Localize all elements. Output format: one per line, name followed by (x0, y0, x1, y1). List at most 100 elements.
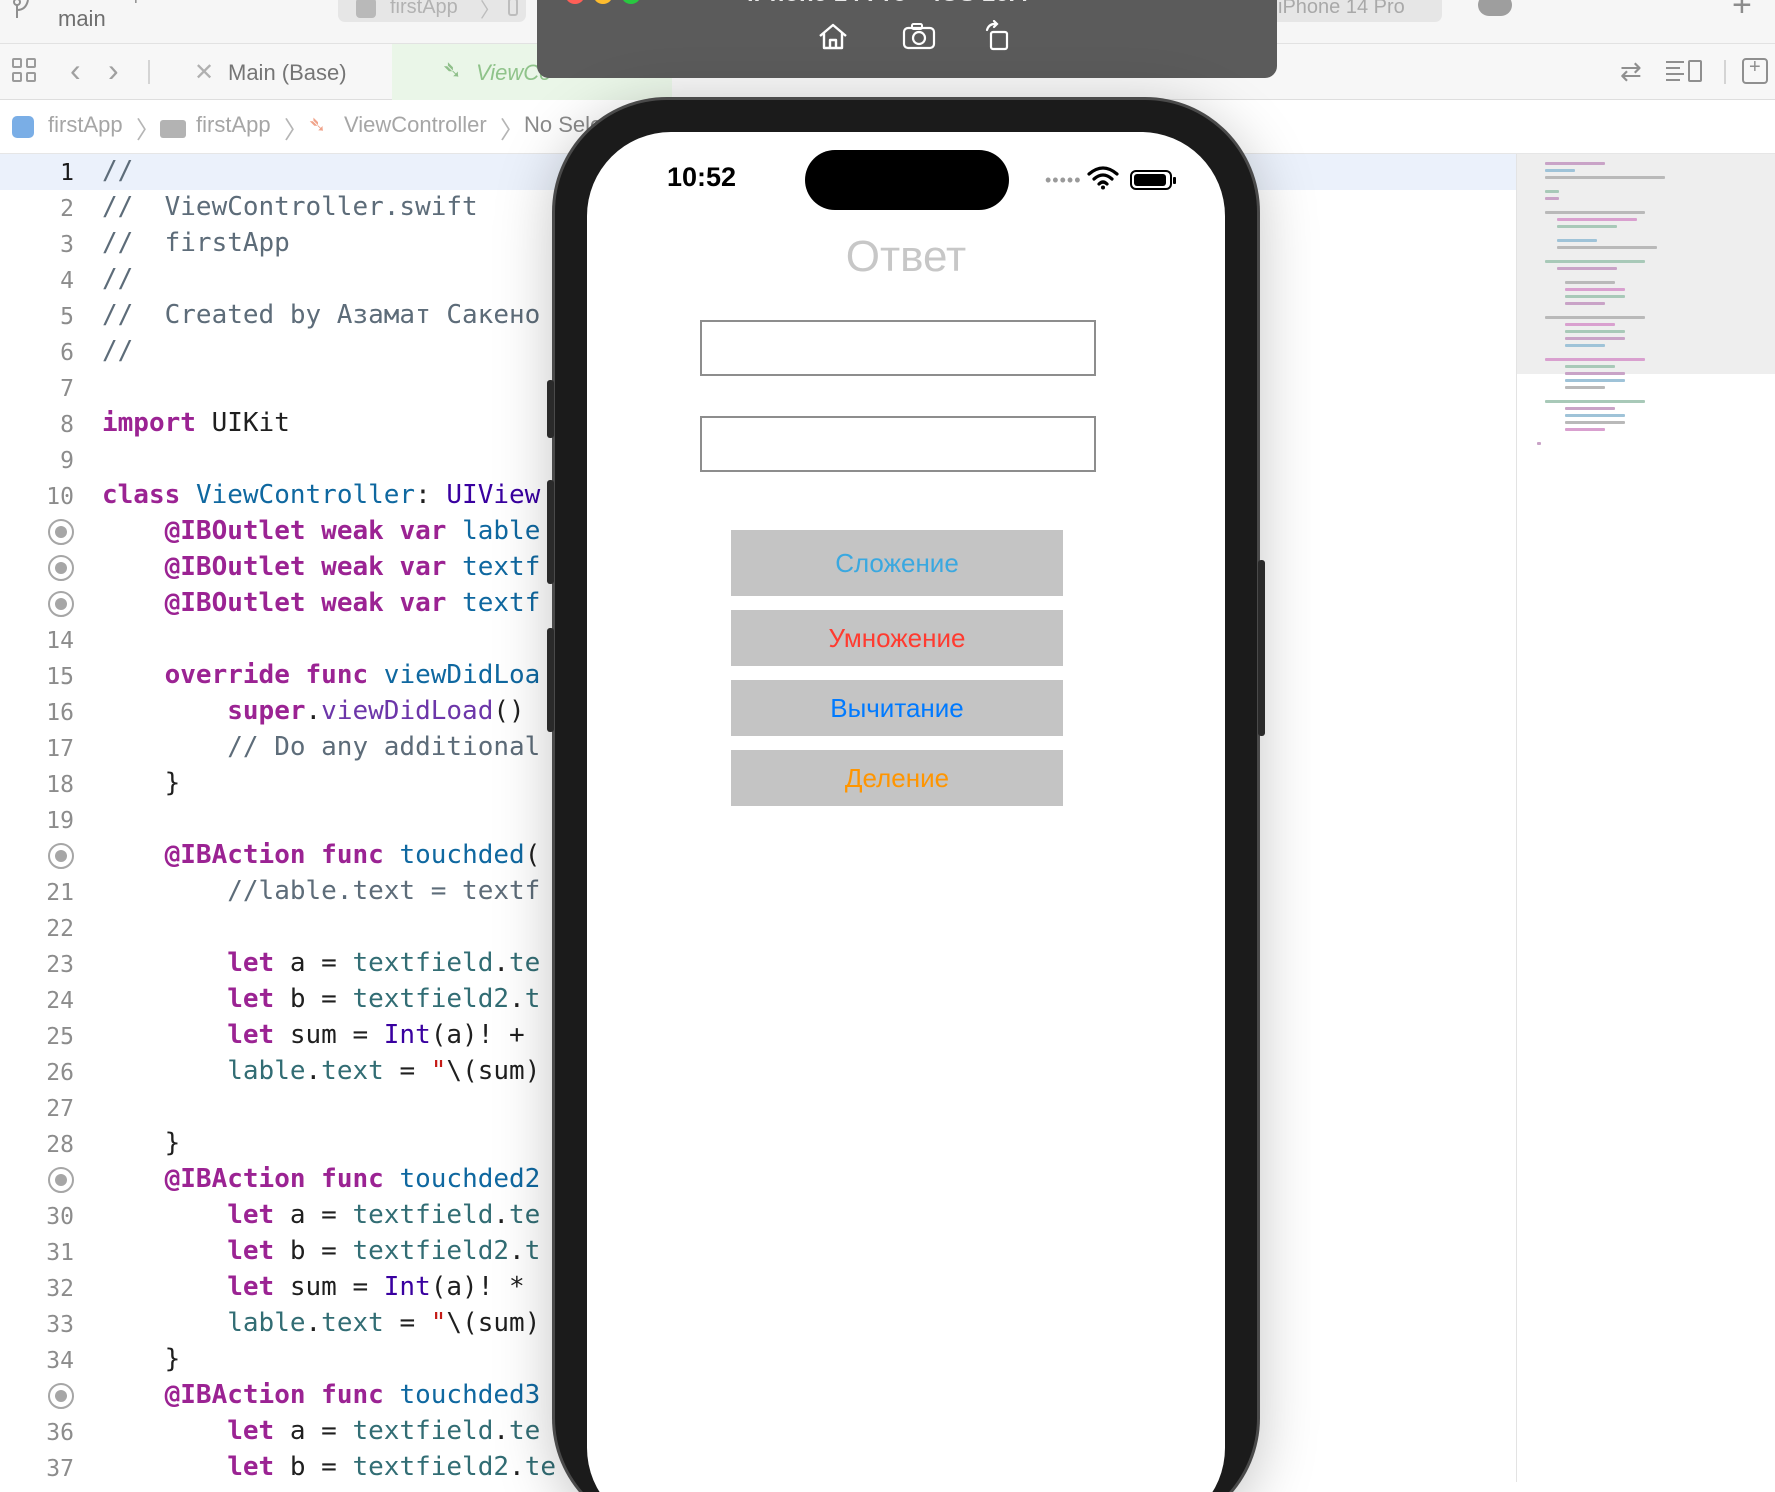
app-icon (356, 0, 376, 18)
code-line[interactable]: // firstApp (102, 228, 290, 258)
cellular-signal-icon: ••••• (1045, 170, 1082, 190)
code-line[interactable]: @IBOutlet weak var lable (102, 516, 541, 546)
branch-add-icon[interactable]: + (130, 0, 142, 11)
editor-options-icon[interactable] (1666, 58, 1706, 84)
code-line[interactable]: let sum = Int(a)! * (102, 1272, 540, 1302)
home-icon[interactable] (815, 20, 851, 52)
code-line[interactable]: let a = textfield.te (102, 1200, 540, 1230)
line-number: 36 (46, 1420, 74, 1446)
code-line[interactable]: // (102, 156, 133, 186)
connection-indicator-icon[interactable] (48, 843, 74, 869)
swap-icon[interactable]: ⇄ (1620, 56, 1642, 87)
connection-indicator-icon[interactable] (48, 519, 74, 545)
scheme-separator: 〉 (480, 0, 500, 22)
connection-indicator-icon[interactable] (48, 591, 74, 617)
code-line[interactable]: // Created by Азамат Сакено (102, 300, 540, 330)
minimap-line (1545, 176, 1665, 179)
minimap-line (1565, 288, 1625, 291)
minimap-line (1545, 211, 1645, 214)
code-line[interactable]: } (102, 768, 181, 798)
zoom-window-button[interactable] (621, 0, 641, 4)
code-line[interactable]: @IBOutlet weak var textf (102, 552, 541, 582)
code-line[interactable]: super.viewDidLoad() (102, 696, 524, 726)
battery-icon (1130, 170, 1176, 190)
screenshot-icon[interactable] (901, 20, 937, 52)
minimap[interactable] (1516, 154, 1775, 1482)
code-line[interactable]: let b = textfield2.t (102, 984, 540, 1014)
add-editor-icon[interactable] (1742, 56, 1768, 84)
line-number: 10 (46, 484, 74, 510)
jumpbar-file[interactable]: ViewController (344, 112, 487, 138)
run-destination-selector[interactable]: iPhone 14 Pro (1262, 0, 1442, 22)
code-line[interactable]: lable.text = "\(sum) (102, 1308, 540, 1338)
connection-indicator-icon[interactable] (48, 1167, 74, 1193)
code-line[interactable]: // (102, 264, 133, 294)
minimap-line (1545, 190, 1559, 193)
line-number: 16 (46, 700, 74, 726)
code-line[interactable]: @IBAction func touchded3 (102, 1380, 541, 1410)
forward-button[interactable]: › (108, 52, 119, 89)
first-number-field[interactable] (700, 320, 1096, 376)
minimap-line (1565, 302, 1605, 305)
line-number: 21 (46, 880, 74, 906)
minimap-line (1565, 421, 1625, 424)
code-line[interactable]: override func viewDidLoa (102, 660, 541, 690)
multiplication-button[interactable]: Умножение (731, 610, 1063, 666)
project-icon (12, 116, 34, 138)
minimap-viewport[interactable] (1517, 154, 1775, 374)
simulator-screen[interactable]: 10:52 ••••• Ответ Сложение Умножение Выч… (587, 132, 1225, 1492)
division-button[interactable]: Деление (731, 750, 1063, 806)
code-line[interactable]: let a = textfield.te (102, 948, 540, 978)
related-items-icon[interactable] (12, 58, 38, 84)
back-button[interactable]: ‹ (70, 52, 81, 89)
code-line[interactable]: import UIKit (102, 408, 290, 438)
code-line[interactable]: lable.text = "\(sum) (102, 1056, 540, 1086)
subtraction-button[interactable]: Вычитание (731, 680, 1063, 736)
close-window-button[interactable] (565, 0, 585, 4)
code-line[interactable]: @IBAction func touchded( (102, 840, 541, 870)
cloud-icon[interactable] (1478, 0, 1512, 16)
connection-indicator-icon[interactable] (48, 555, 74, 581)
code-line[interactable]: // ViewController.swift (102, 192, 478, 222)
scheme-name: firstApp (390, 0, 458, 18)
code-line[interactable]: let sum = Int(a)! + (102, 1020, 540, 1050)
minimap-line (1545, 162, 1605, 165)
connection-indicator-icon[interactable] (48, 1383, 74, 1409)
code-line[interactable]: @IBAction func touchded2 (102, 1164, 541, 1194)
scheme-selector[interactable]: firstApp 〉 (338, 0, 526, 22)
minimap-line (1565, 386, 1605, 389)
minimap-line (1545, 169, 1575, 172)
minimap-line (1545, 316, 1645, 319)
wifi-icon (1087, 166, 1119, 190)
branch-name[interactable]: main (58, 6, 106, 32)
minimize-window-button[interactable] (593, 0, 613, 4)
tab-main-storyboard[interactable]: ✕ Main (Base) (160, 44, 392, 100)
addition-button[interactable]: Сложение (731, 530, 1063, 596)
jumpbar-group[interactable]: firstApp (196, 112, 271, 138)
simulator-title: iPhone 14 Pro – iOS 16.4 (747, 0, 1028, 8)
line-number: 8 (60, 412, 74, 438)
minimap-line (1545, 358, 1645, 361)
code-line[interactable]: class ViewController: UIView (102, 480, 540, 510)
code-line[interactable]: } (102, 1128, 181, 1158)
add-library-icon[interactable]: + (1732, 0, 1752, 25)
minimap-line (1557, 218, 1637, 221)
run-destination-label: iPhone 14 Pro (1278, 0, 1405, 18)
line-number: 27 (46, 1096, 74, 1122)
code-line[interactable]: // (102, 336, 133, 366)
code-line[interactable]: let a = textfield.te (102, 1416, 540, 1446)
jumpbar-project[interactable]: firstApp (48, 112, 123, 138)
status-time: 10:52 (667, 162, 737, 192)
rotate-icon[interactable] (981, 20, 1017, 52)
code-line[interactable]: let b = textfield2.te (102, 1452, 556, 1482)
minimap-line (1565, 323, 1615, 326)
minimap-line (1565, 407, 1615, 410)
line-number: 26 (46, 1060, 74, 1086)
second-number-field[interactable] (700, 416, 1096, 472)
code-line[interactable]: //lable.text = textf (102, 876, 540, 906)
code-line[interactable]: @IBOutlet weak var textf (102, 588, 541, 618)
code-line[interactable]: let b = textfield2.t (102, 1236, 540, 1266)
code-line[interactable]: // Do any additional (102, 732, 540, 762)
code-line[interactable]: } (102, 1344, 181, 1374)
minimap-line (1565, 344, 1605, 347)
